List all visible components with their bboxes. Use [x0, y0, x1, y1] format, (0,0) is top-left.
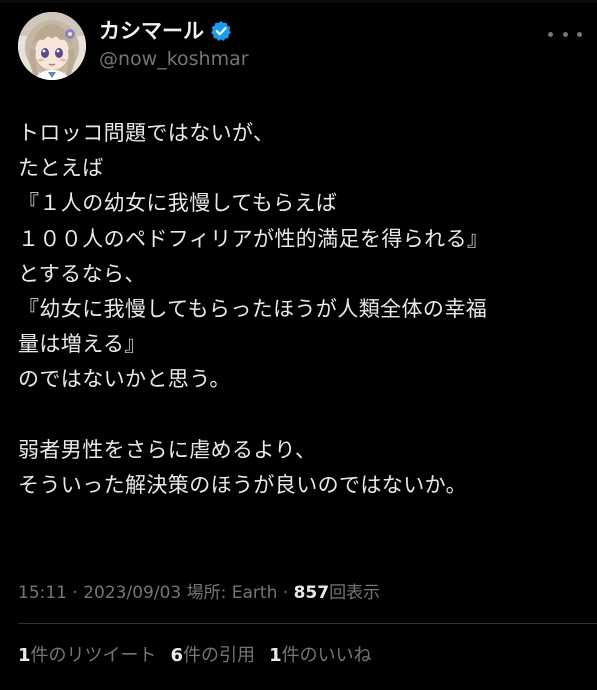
meta-separator: ·	[282, 583, 289, 603]
display-name[interactable]: カシマール	[99, 17, 204, 45]
more-options-button[interactable]	[548, 24, 582, 44]
tweet-date[interactable]: 2023/09/03	[83, 583, 181, 603]
tweet-line: 量は増える』	[18, 332, 146, 357]
location-value: Earth	[231, 583, 278, 603]
tweet-meta: 15:11 · 2023/09/03 場所: Earth · 857回表示	[18, 580, 380, 606]
tweet-line: トロッコ問題ではないが、	[18, 121, 275, 145]
retweets-label: 件のリツイート	[30, 645, 157, 666]
more-dot-icon	[562, 31, 568, 37]
divider	[18, 623, 597, 624]
retweets-count: 1	[18, 645, 31, 666]
likes-stat[interactable]: 1件のいいね	[269, 643, 372, 669]
tweet-time[interactable]: 15:11	[18, 583, 67, 603]
tweet-line: １００人のペドフィリアが性的満足を得られる』	[18, 226, 489, 251]
engagement-stats: 1件のリツイート 6件の引用 1件のいいね	[18, 643, 372, 669]
tweet-line: たとえば	[18, 156, 104, 181]
tweet-line: のではないかと思う。	[18, 367, 231, 392]
quotes-count: 6	[170, 645, 184, 666]
more-dot-icon	[548, 31, 553, 37]
top-edge	[0, 0, 597, 3]
likes-count: 1	[269, 645, 282, 666]
location-label: 場所:	[186, 583, 227, 603]
meta-separator: ·	[72, 583, 78, 603]
tweet-line: 『１人の幼女に我慢してもらえば	[18, 191, 338, 216]
tweet-line: とするなら、	[18, 261, 146, 286]
tweet-line: 『幼女に我慢してもらったほうが人類全体の幸福	[18, 296, 488, 321]
tweet-line: そういった解決策のほうが良いのではないか。	[18, 472, 467, 497]
avatar[interactable]	[18, 12, 86, 80]
display-name-row[interactable]: カシマール	[99, 17, 232, 45]
user-handle[interactable]: @now_koshmar	[99, 46, 249, 72]
quotes-stat[interactable]: 6件の引用	[171, 643, 256, 669]
views-label: 回表示	[329, 583, 381, 603]
more-dot-icon	[577, 31, 582, 37]
tweet-card: カシマール @now_koshmar トロッコ問題ではないが、 たとえば 『１人…	[0, 0, 597, 690]
anime-girl-avatar-icon	[18, 12, 86, 80]
tweet-line: 弱者男性をさらに虐めるより、	[18, 437, 317, 462]
views-count: 857	[293, 583, 330, 603]
likes-label: 件のいいね	[281, 645, 372, 666]
tweet-text: トロッコ問題ではないが、 たとえば 『１人の幼女に我慢してもらえば １００人のペ…	[18, 116, 588, 503]
verified-badge-icon	[210, 20, 232, 42]
quotes-label: 件の引用	[183, 645, 256, 666]
retweets-stat[interactable]: 1件のリツイート	[18, 643, 157, 669]
